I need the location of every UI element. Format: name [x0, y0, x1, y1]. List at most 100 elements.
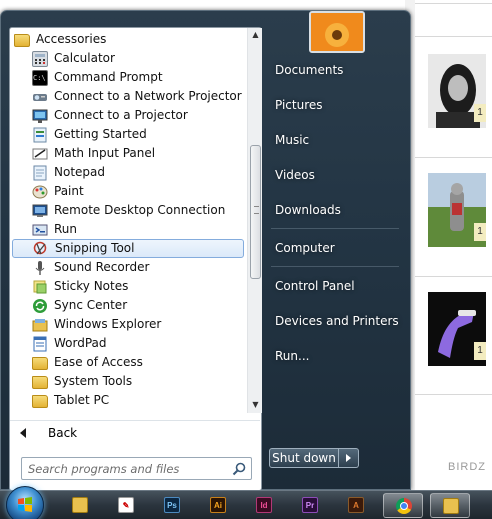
- run-icon: [32, 222, 48, 238]
- place-control-panel[interactable]: Control Panel: [267, 273, 399, 299]
- remote-desktop-icon: [32, 203, 48, 219]
- program-label: Command Prompt: [54, 70, 163, 84]
- taskbar: ✎ Ps Ai Id Pr A: [0, 486, 492, 519]
- background-divider: [415, 3, 492, 4]
- shut-down-button[interactable]: Shut down: [269, 448, 339, 468]
- windows-explorer-icon: [72, 497, 88, 513]
- windows-explorer-icon: [32, 317, 48, 333]
- program-item-run[interactable]: Run: [12, 220, 244, 239]
- program-item-network-projector[interactable]: Connect to a Network Projector: [12, 87, 244, 106]
- folder-icon: [32, 376, 48, 389]
- taskbar-open-window[interactable]: [430, 493, 470, 518]
- program-list: Accessories Calculator C:\ Command Promp…: [10, 28, 247, 413]
- places-divider: [271, 266, 399, 267]
- program-label: Notepad: [54, 165, 105, 179]
- taskbar-photoshop[interactable]: Ps: [152, 493, 192, 518]
- program-folder-tablet-pc[interactable]: Tablet PC: [12, 391, 244, 410]
- snipping-tool-icon: [33, 241, 49, 257]
- application-window-icon: [443, 498, 459, 514]
- place-music[interactable]: Music: [267, 127, 399, 153]
- folder-label: Accessories: [36, 32, 107, 46]
- background-divider: [415, 394, 492, 395]
- program-label: Remote Desktop Connection: [54, 203, 226, 217]
- back-arrow-icon: [20, 427, 26, 438]
- program-label: Snipping Tool: [55, 241, 135, 255]
- thumbnail-badge: 1: [474, 223, 486, 241]
- search-box[interactable]: [21, 457, 252, 480]
- program-item-remote-desktop[interactable]: Remote Desktop Connection: [12, 201, 244, 220]
- program-item-paint[interactable]: Paint: [12, 182, 244, 201]
- program-label: Sync Center: [54, 298, 128, 312]
- program-item-notepad[interactable]: Notepad: [12, 163, 244, 182]
- search-input[interactable]: [28, 461, 218, 476]
- program-item-calculator[interactable]: Calculator: [12, 49, 244, 68]
- program-label: Paint: [54, 184, 84, 198]
- background-divider: [415, 157, 492, 158]
- search-icon[interactable]: [232, 462, 246, 476]
- taskbar-premiere[interactable]: Pr: [290, 493, 330, 518]
- place-videos[interactable]: Videos: [267, 162, 399, 188]
- program-item-command-prompt[interactable]: C:\ Command Prompt: [12, 68, 244, 87]
- paint-icon: [32, 184, 48, 200]
- premiere-icon: Pr: [302, 497, 318, 513]
- program-label: Getting Started: [54, 127, 147, 141]
- start-button[interactable]: [6, 486, 44, 519]
- program-item-sticky-notes[interactable]: Sticky Notes: [12, 277, 244, 296]
- place-documents[interactable]: Documents: [267, 57, 399, 83]
- program-label: Ease of Access: [54, 355, 143, 369]
- program-label: Sticky Notes: [54, 279, 129, 293]
- projector-icon: [32, 108, 48, 124]
- program-item-getting-started[interactable]: Getting Started: [12, 125, 244, 144]
- program-item-math-input-panel[interactable]: Math Input Panel: [12, 144, 244, 163]
- place-pictures[interactable]: Pictures: [267, 92, 399, 118]
- taskbar-indesign[interactable]: Id: [244, 493, 284, 518]
- folder-icon: [14, 34, 30, 47]
- place-downloads[interactable]: Downloads: [267, 197, 399, 223]
- watermark-text: BIRDZ: [448, 461, 486, 473]
- sticky-notes-icon: [32, 279, 48, 295]
- place-run[interactable]: Run...: [267, 343, 399, 369]
- chrome-icon: [396, 498, 412, 514]
- taskbar-autodesk[interactable]: A: [336, 493, 376, 518]
- taskbar-chrome[interactable]: [383, 493, 423, 518]
- sync-center-icon: [32, 298, 48, 314]
- scrollbar-thumb[interactable]: [250, 145, 261, 279]
- program-label: Connect to a Network Projector: [54, 89, 242, 103]
- program-item-sound-recorder[interactable]: Sound Recorder: [12, 258, 244, 277]
- program-folder-system-tools[interactable]: System Tools: [12, 372, 244, 391]
- microphone-icon: [32, 260, 48, 276]
- scroll-up-arrow-icon[interactable]: ▲: [248, 28, 263, 42]
- back-button[interactable]: Back: [10, 420, 260, 444]
- background-thumbnail-knight[interactable]: 1: [428, 173, 486, 247]
- folder-icon: [32, 395, 48, 408]
- folder-accessories[interactable]: Accessories: [10, 30, 242, 49]
- background-thumbnail-portrait[interactable]: 1: [428, 54, 486, 128]
- indesign-icon: Id: [256, 497, 272, 513]
- program-item-wordpad[interactable]: WordPad: [12, 334, 244, 353]
- program-item-windows-explorer[interactable]: Windows Explorer: [12, 315, 244, 334]
- user-picture-flower[interactable]: [309, 11, 365, 53]
- program-list-scrollbar[interactable]: ▲ ▼: [247, 28, 262, 413]
- program-label: Tablet PC: [54, 393, 110, 407]
- program-folder-ease-of-access[interactable]: Ease of Access: [12, 353, 244, 372]
- places-divider: [271, 228, 399, 229]
- programs-pane: Accessories Calculator C:\ Command Promp…: [9, 27, 262, 491]
- getting-started-icon: [32, 127, 48, 143]
- taskbar-illustrator[interactable]: Ai: [198, 493, 238, 518]
- place-devices-and-printers[interactable]: Devices and Printers: [267, 308, 399, 334]
- taskbar-adobe-acrobat[interactable]: ✎: [106, 493, 146, 518]
- program-item-projector[interactable]: Connect to a Projector: [12, 106, 244, 125]
- background-thumbnail-hand[interactable]: 1: [428, 292, 486, 366]
- program-label: Sound Recorder: [54, 260, 150, 274]
- taskbar-windows-explorer[interactable]: [60, 493, 100, 518]
- notepad-icon: [32, 165, 48, 181]
- shut-down-options-button[interactable]: [339, 448, 359, 468]
- program-label: Windows Explorer: [54, 317, 162, 331]
- background-divider: [415, 36, 492, 37]
- photoshop-icon: Ps: [164, 497, 180, 513]
- program-item-snipping-tool[interactable]: Snipping Tool: [12, 239, 244, 258]
- program-item-sync-center[interactable]: Sync Center: [12, 296, 244, 315]
- place-computer[interactable]: Computer: [267, 235, 399, 261]
- program-label: WordPad: [54, 336, 107, 350]
- scroll-down-arrow-icon[interactable]: ▼: [248, 398, 263, 412]
